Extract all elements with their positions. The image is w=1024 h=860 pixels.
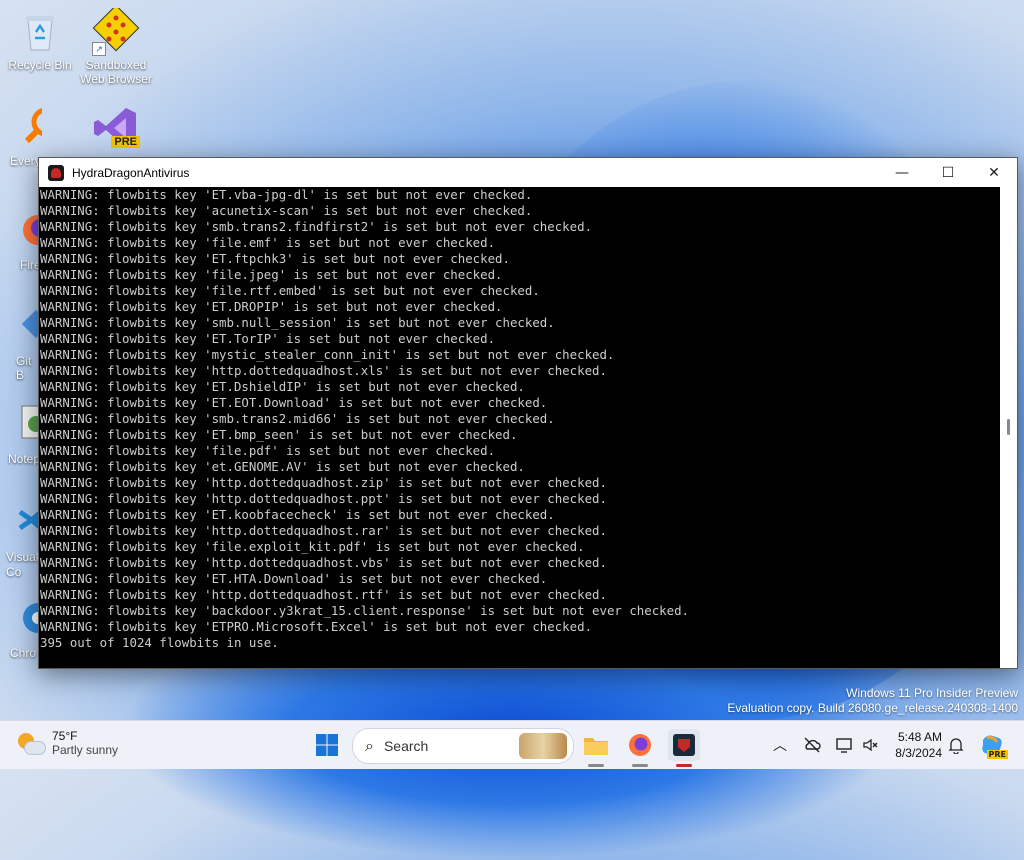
console-line: WARNING: flowbits key 'ET.DshieldIP' is … xyxy=(40,379,525,394)
start-button[interactable] xyxy=(311,729,343,761)
console-line: WARNING: flowbits key 'file.pdf' is set … xyxy=(40,443,496,458)
tray-clock[interactable]: 5:48 AM 8/3/2024 xyxy=(886,729,942,761)
console-line: WARNING: flowbits key 'file.emf' is set … xyxy=(40,235,496,250)
folder-icon xyxy=(584,738,608,755)
taskbar-hydradragon[interactable] xyxy=(668,729,700,767)
console-line: WARNING: flowbits key 'ET.HTA.Download' … xyxy=(40,571,548,586)
desktop-icon-label: Visual Co xyxy=(6,550,39,579)
clock-time: 5:48 AM xyxy=(897,730,942,744)
console-line: WARNING: flowbits key 'file.exploit_kit.… xyxy=(40,539,585,554)
pre-badge: PRE xyxy=(111,136,140,148)
console-output[interactable]: WARNING: flowbits key 'ET.vba-jpg-dl' is… xyxy=(39,187,999,668)
desktop-icon-recycle-bin[interactable]: Recycle Bin xyxy=(2,8,78,72)
os-watermark: Windows 11 Pro Insider Preview Evaluatio… xyxy=(727,686,1018,716)
desktop-icon-chrome[interactable]: Chro xyxy=(2,596,42,660)
console-line: WARNING: flowbits key 'smb.trans2.findfi… xyxy=(40,219,593,234)
vertical-scrollbar[interactable] xyxy=(1000,187,1017,668)
clock-date: 8/3/2024 xyxy=(895,746,942,760)
speaker-muted-icon xyxy=(863,738,878,752)
console-line: 395 out of 1024 flowbits in use. xyxy=(40,635,279,650)
console-line: WARNING: flowbits key 'ET.EOT.Download' … xyxy=(40,395,548,410)
desktop-icon-label: Every xyxy=(10,154,41,168)
hydradragon-app-icon xyxy=(48,164,64,181)
console-line: WARNING: flowbits key 'ET.vba-jpg-dl' is… xyxy=(40,187,533,202)
shortcut-arrow-icon: ↗ xyxy=(92,42,106,56)
console-line: WARNING: flowbits key 'ET.ftpchk3' is se… xyxy=(40,251,510,266)
sandboxie-icon: ↗ xyxy=(92,4,140,56)
weather-temperature: 75°F xyxy=(52,729,78,743)
running-indicator xyxy=(632,764,648,767)
copilot-button[interactable]: PRE xyxy=(976,729,1008,761)
console-line: WARNING: flowbits key 'ET.koobfacecheck'… xyxy=(40,507,555,522)
console-line: WARNING: flowbits key 'ETPRO.Microsoft.E… xyxy=(40,619,593,634)
desktop-icon-vscode[interactable]: Visual Co xyxy=(2,500,42,580)
taskbar-file-explorer[interactable] xyxy=(580,729,612,767)
active-window-indicator xyxy=(676,764,692,767)
minimize-button[interactable]: — xyxy=(879,158,925,187)
console-line: WARNING: flowbits key 'http.dottedquadho… xyxy=(40,587,607,602)
scrollbar-thumb[interactable] xyxy=(1007,419,1010,435)
console-line: WARNING: flowbits key 'http.dottedquadho… xyxy=(40,523,607,538)
taskbar: 75°F Partly sunny ⌕ Search ︿ 5:48 AM 8/3… xyxy=(0,720,1024,769)
recycle-bin-icon xyxy=(16,8,64,56)
chevron-up-icon: ︿ xyxy=(773,738,787,754)
windows-logo-icon xyxy=(316,734,338,756)
close-button[interactable]: ✕ xyxy=(971,158,1017,187)
console-line: WARNING: flowbits key 'ET.TorIP' is set … xyxy=(40,331,496,346)
search-icon: ⌕ xyxy=(365,736,374,755)
cloud-off-icon xyxy=(804,737,821,753)
console-line: WARNING: flowbits key 'file.rtf.embed' i… xyxy=(40,283,540,298)
desktop-icon-notepad[interactable]: Notep xyxy=(2,402,42,466)
desktop-icon-visual-studio-preview[interactable]: PRE xyxy=(78,104,154,154)
console-window[interactable]: HydraDragonAntivirus — ☐ ✕ WARNING: flow… xyxy=(38,157,1018,669)
desktop-icon-label: Sandboxed Web Browser xyxy=(80,58,152,86)
watermark-build: Evaluation copy. Build 26080.ge_release.… xyxy=(727,701,1018,715)
console-line: WARNING: flowbits key 'smb.null_session'… xyxy=(40,315,555,330)
everything-search-icon xyxy=(18,104,42,152)
desktop-icon-everything[interactable]: Every xyxy=(2,104,42,168)
visual-studio-icon: PRE xyxy=(92,104,140,152)
console-line: WARNING: flowbits key 'mystic_stealer_co… xyxy=(40,347,615,362)
show-hidden-icons-button[interactable]: ︿ xyxy=(764,729,796,761)
firefox-icon xyxy=(629,734,651,756)
console-line: WARNING: flowbits key 'ET.DROPIP' is set… xyxy=(40,299,503,314)
watermark-edition: Windows 11 Pro Insider Preview xyxy=(846,686,1018,700)
console-line: WARNING: flowbits key 'ET.bmp_seen' is s… xyxy=(40,427,518,442)
weather-description: Partly sunny xyxy=(52,743,119,757)
tray-volume-icon[interactable] xyxy=(854,729,886,761)
desktop-icon-firefox[interactable]: Fire xyxy=(2,208,42,272)
desktop-icon-label: Fire xyxy=(20,258,41,272)
desktop-icon-label: Notep xyxy=(8,452,41,466)
pre-badge: PRE xyxy=(986,750,1008,759)
monitor-icon xyxy=(836,738,852,753)
desktop-icon-git-bash[interactable]: Git B xyxy=(2,304,42,382)
console-line: WARNING: flowbits key 'http.dottedquadho… xyxy=(40,475,607,490)
search-placeholder: Search xyxy=(383,738,429,754)
console-line: WARNING: flowbits key 'http.dottedquadho… xyxy=(40,491,607,506)
weather-widget[interactable]: 75°F Partly sunny xyxy=(16,729,118,757)
desktop-icon-label: Chro xyxy=(10,646,37,660)
running-indicator xyxy=(588,764,604,767)
bell-icon xyxy=(948,738,964,754)
notifications-button[interactable] xyxy=(940,729,972,761)
window-title: HydraDragonAntivirus xyxy=(72,165,190,180)
tray-network-icon[interactable] xyxy=(796,729,828,761)
desktop-icon-sandboxed-browser[interactable]: ↗ Sandboxed Web Browser xyxy=(78,4,154,86)
taskbar-search[interactable]: ⌕ Search xyxy=(352,728,574,764)
maximize-button[interactable]: ☐ xyxy=(925,158,971,187)
console-line: WARNING: flowbits key 'backdoor.y3krat_1… xyxy=(40,603,690,618)
hydradragon-app-icon xyxy=(673,734,695,756)
taskbar-firefox[interactable] xyxy=(624,729,656,767)
search-highlight-art xyxy=(519,733,567,759)
console-line: WARNING: flowbits key 'http.dottedquadho… xyxy=(40,555,607,570)
window-titlebar[interactable]: HydraDragonAntivirus — ☐ ✕ xyxy=(39,158,1017,187)
console-line: WARNING: flowbits key 'http.dottedquadho… xyxy=(40,363,607,378)
desktop-icon-label: Git B xyxy=(16,354,32,382)
console-line: WARNING: flowbits key 'acunetix-scan' is… xyxy=(40,203,533,218)
desktop-icon-label: Recycle Bin xyxy=(8,58,72,72)
console-line: WARNING: flowbits key 'file.jpeg' is set… xyxy=(40,267,503,282)
console-line: WARNING: flowbits key 'smb.trans2.mid66'… xyxy=(40,411,555,426)
partly-sunny-icon xyxy=(16,729,46,757)
console-line: WARNING: flowbits key 'et.GENOME.AV' is … xyxy=(40,459,525,474)
